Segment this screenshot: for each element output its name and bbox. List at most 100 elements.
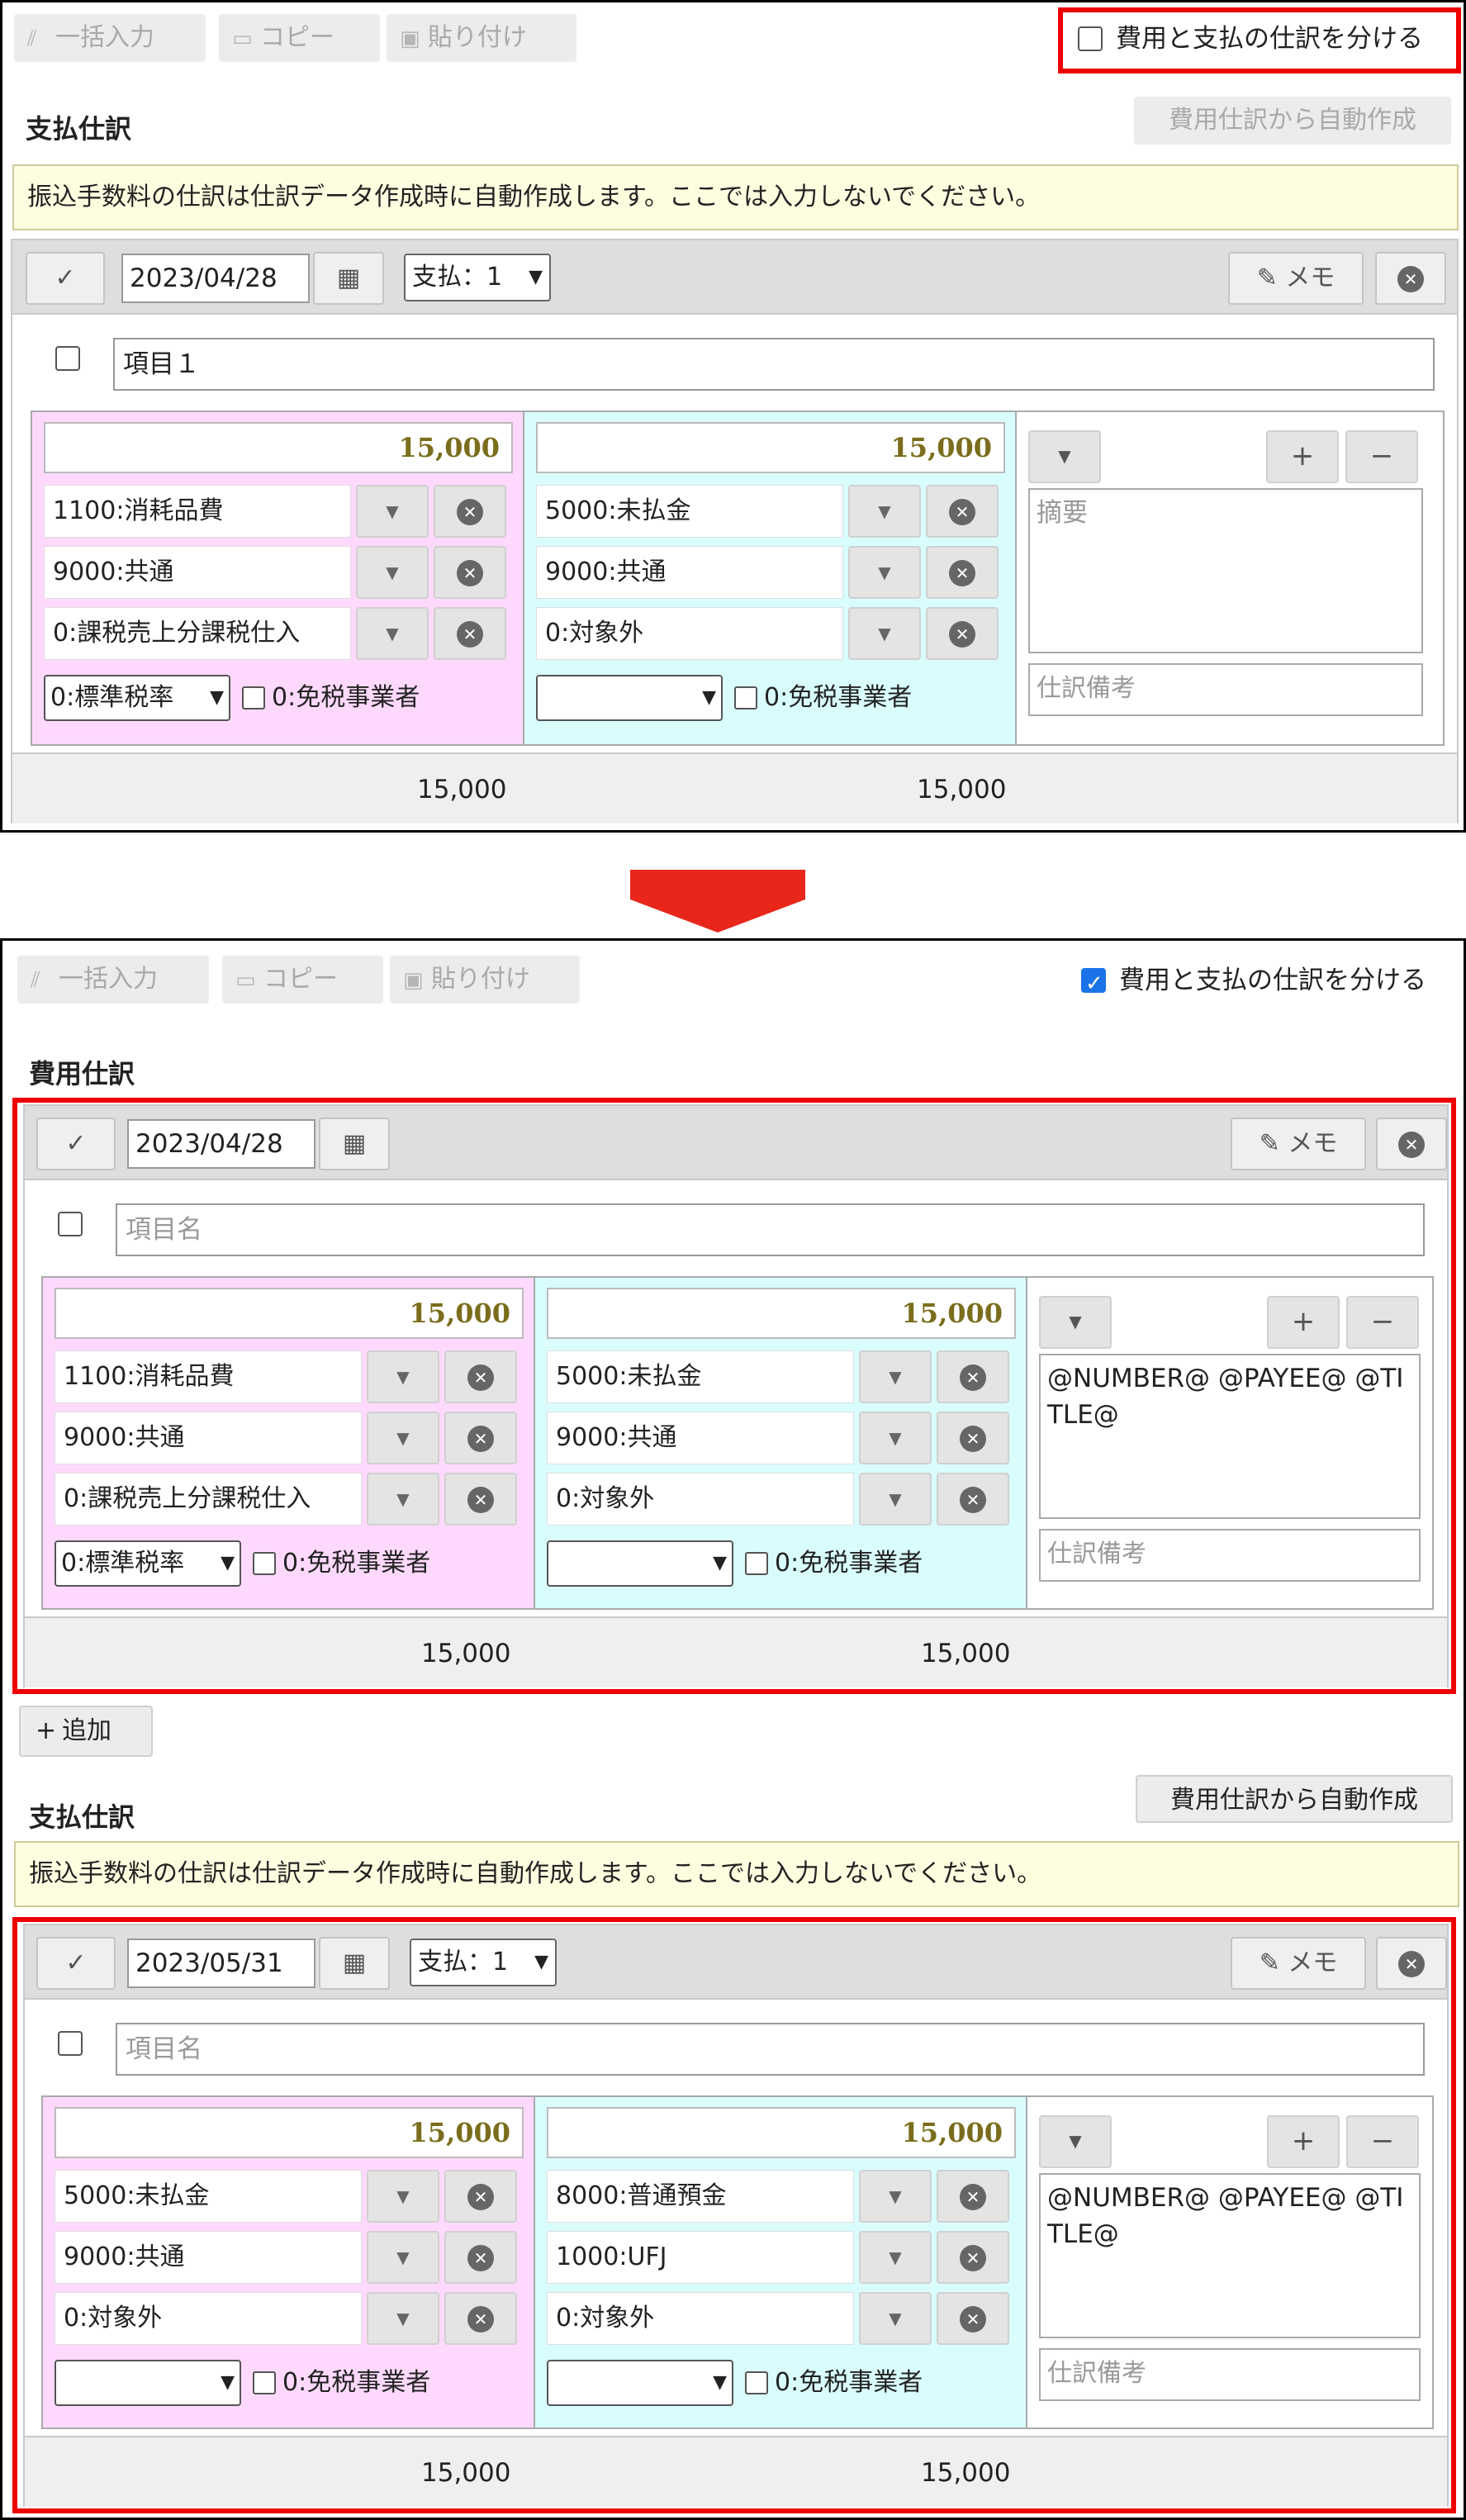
debit-tax-rate-select[interactable]: ▼ xyxy=(55,2360,241,2406)
separate-journal-checkbox[interactable]: 費用と支払の仕訳を分ける xyxy=(1078,21,1423,57)
calendar-button[interactable]: ▦ xyxy=(319,1937,390,1990)
separate-journal-checkbox[interactable]: 費用と支払の仕訳を分ける xyxy=(1081,962,1426,1002)
checkbox-box[interactable] xyxy=(734,686,757,709)
clear-button[interactable]: ✕ xyxy=(444,1350,517,1403)
dropdown-button[interactable]: ▼ xyxy=(367,2292,439,2345)
credit-tax-exempt-checkbox[interactable]: 0:免税事業者 xyxy=(745,1545,923,1582)
remove-line-button[interactable]: − xyxy=(1345,430,1418,483)
journal-notes-input[interactable]: 仕訳備考 xyxy=(1039,2348,1421,2401)
checkbox-box[interactable] xyxy=(745,2371,768,2394)
clear-button[interactable]: ✕ xyxy=(444,2170,517,2223)
credit-tax-class[interactable]: 0:対象外 xyxy=(547,1473,854,1526)
date-input[interactable]: 2023/04/28 xyxy=(121,254,310,303)
auto-create-button[interactable]: 費用仕訳から自動作成 xyxy=(1134,97,1451,145)
dropdown-button[interactable]: ▼ xyxy=(367,1473,439,1526)
credit-department[interactable]: 9000:共通 xyxy=(536,546,843,599)
add-entry-button[interactable]: + 追加 xyxy=(19,1706,153,1757)
debit-tax-rate-select[interactable]: 0:標準税率 ▼ xyxy=(44,675,230,721)
checkbox-box[interactable] xyxy=(253,2371,276,2394)
clear-button[interactable]: ✕ xyxy=(926,546,999,599)
summary-textarea[interactable]: 摘要 xyxy=(1028,488,1423,653)
debit-department[interactable]: 9000:共通 xyxy=(55,1412,362,1464)
dropdown-button[interactable]: ▼ xyxy=(859,2231,932,2284)
calendar-button[interactable]: ▦ xyxy=(319,1118,390,1170)
clear-button[interactable]: ✕ xyxy=(444,2292,517,2345)
clear-button[interactable]: ✕ xyxy=(937,2231,1009,2284)
date-input[interactable]: 2023/05/31 xyxy=(127,1939,315,1988)
dropdown-button[interactable]: ▼ xyxy=(367,1412,439,1464)
dropdown-button[interactable]: ▼ xyxy=(848,607,921,660)
separate-checkbox-box[interactable] xyxy=(1078,26,1103,51)
paste-button[interactable]: ▣ 貼り付け xyxy=(387,14,576,62)
debit-tax-class[interactable]: 0:対象外 xyxy=(55,2292,362,2345)
clear-button[interactable]: ✕ xyxy=(444,1412,517,1464)
debit-tax-class[interactable]: 0:課税売上分課税仕入 xyxy=(44,607,351,660)
row-checkbox[interactable] xyxy=(55,346,80,371)
credit-account[interactable]: 5000:未払金 xyxy=(547,1350,854,1403)
clear-button[interactable]: ✕ xyxy=(434,546,506,599)
credit-tax-rate-select[interactable]: ▼ xyxy=(547,1540,733,1587)
dropdown-button[interactable]: ▼ xyxy=(859,2292,932,2345)
copy-button[interactable]: ▭ コピー xyxy=(222,956,383,1004)
credit-tax-class[interactable]: 0:対象外 xyxy=(547,2292,854,2345)
clear-button[interactable]: ✕ xyxy=(926,607,999,660)
summary-textarea[interactable]: @NUMBER@ @PAYEE@ @TITLE@ xyxy=(1039,1354,1421,1519)
clear-button[interactable]: ✕ xyxy=(937,1350,1009,1403)
debit-department[interactable]: 9000:共通 xyxy=(44,546,351,599)
credit-department[interactable]: 9000:共通 xyxy=(547,1412,854,1464)
memo-dropdown-button[interactable]: ▼ xyxy=(1039,2115,1112,2168)
memo-button[interactable]: ✎ メモ xyxy=(1228,252,1364,305)
dropdown-button[interactable]: ▼ xyxy=(356,607,429,660)
debit-tax-exempt-checkbox[interactable]: 0:免税事業者 xyxy=(253,1545,430,1582)
item-name-input[interactable]: 項目名 xyxy=(116,2023,1425,2076)
bulk-input-button[interactable]: ⫽ 一括入力 xyxy=(17,956,209,1004)
add-line-button[interactable]: + xyxy=(1267,1296,1340,1349)
memo-button[interactable]: ✎ メモ xyxy=(1231,1937,1366,1990)
debit-department[interactable]: 9000:共通 xyxy=(55,2231,362,2284)
credit-tax-class[interactable]: 0:対象外 xyxy=(536,607,843,660)
clear-button[interactable]: ✕ xyxy=(444,1473,517,1526)
delete-entry-button[interactable]: ✕ xyxy=(1376,1118,1447,1170)
credit-tax-rate-select[interactable]: ▼ xyxy=(547,2360,733,2406)
clear-button[interactable]: ✕ xyxy=(434,485,506,538)
credit-account[interactable]: 8000:普通預金 xyxy=(547,2170,854,2223)
debit-account[interactable]: 5000:未払金 xyxy=(55,2170,362,2223)
delete-entry-button[interactable]: ✕ xyxy=(1375,252,1446,305)
item-name-input[interactable]: 項目名 xyxy=(116,1203,1425,1256)
row-checkbox[interactable] xyxy=(58,2031,83,2056)
paste-button[interactable]: ▣ 貼り付け xyxy=(390,956,580,1004)
clear-button[interactable]: ✕ xyxy=(434,607,506,660)
item-name-input[interactable]: 項目１ xyxy=(113,338,1435,391)
copy-button[interactable]: ▭ コピー xyxy=(219,14,380,62)
credit-amount[interactable]: 15,000 xyxy=(547,1288,1016,1339)
credit-account[interactable]: 5000:未払金 xyxy=(536,485,843,538)
clear-button[interactable]: ✕ xyxy=(937,1412,1009,1464)
clear-button[interactable]: ✕ xyxy=(937,2292,1009,2345)
dropdown-button[interactable]: ▼ xyxy=(356,546,429,599)
date-input[interactable]: 2023/04/28 xyxy=(127,1119,315,1169)
dropdown-button[interactable]: ▼ xyxy=(848,485,921,538)
clear-button[interactable]: ✕ xyxy=(444,2231,517,2284)
debit-tax-rate-select[interactable]: 0:標準税率 ▼ xyxy=(55,1540,241,1587)
credit-amount[interactable]: 15,000 xyxy=(547,2107,1016,2158)
journal-notes-input[interactable]: 仕訳備考 xyxy=(1028,663,1423,716)
clear-button[interactable]: ✕ xyxy=(937,1473,1009,1526)
dropdown-button[interactable]: ▼ xyxy=(356,485,429,538)
memo-dropdown-button[interactable]: ▼ xyxy=(1028,430,1101,483)
auto-create-button[interactable]: 費用仕訳から自動作成 xyxy=(1136,1775,1453,1823)
memo-dropdown-button[interactable]: ▼ xyxy=(1039,1296,1112,1349)
debit-amount[interactable]: 15,000 xyxy=(55,1288,524,1339)
payment-type-select[interactable]: 支払：1 ▼ xyxy=(404,254,551,301)
debit-account[interactable]: 1100:消耗品費 xyxy=(55,1350,362,1403)
clear-button[interactable]: ✕ xyxy=(937,2170,1009,2223)
dropdown-button[interactable]: ▼ xyxy=(848,546,921,599)
dropdown-button[interactable]: ▼ xyxy=(367,2170,439,2223)
row-checkbox[interactable] xyxy=(58,1212,83,1236)
credit-tax-exempt-checkbox[interactable]: 0:免税事業者 xyxy=(745,2365,923,2401)
checkbox-box[interactable] xyxy=(242,686,265,709)
debit-account[interactable]: 1100:消耗品費 xyxy=(44,485,351,538)
confirm-button[interactable]: ✓ xyxy=(36,1118,116,1170)
payment-type-select[interactable]: 支払：1 ▼ xyxy=(410,1939,557,1986)
add-line-button[interactable]: + xyxy=(1267,2115,1340,2168)
checkbox-box[interactable] xyxy=(745,1552,768,1575)
